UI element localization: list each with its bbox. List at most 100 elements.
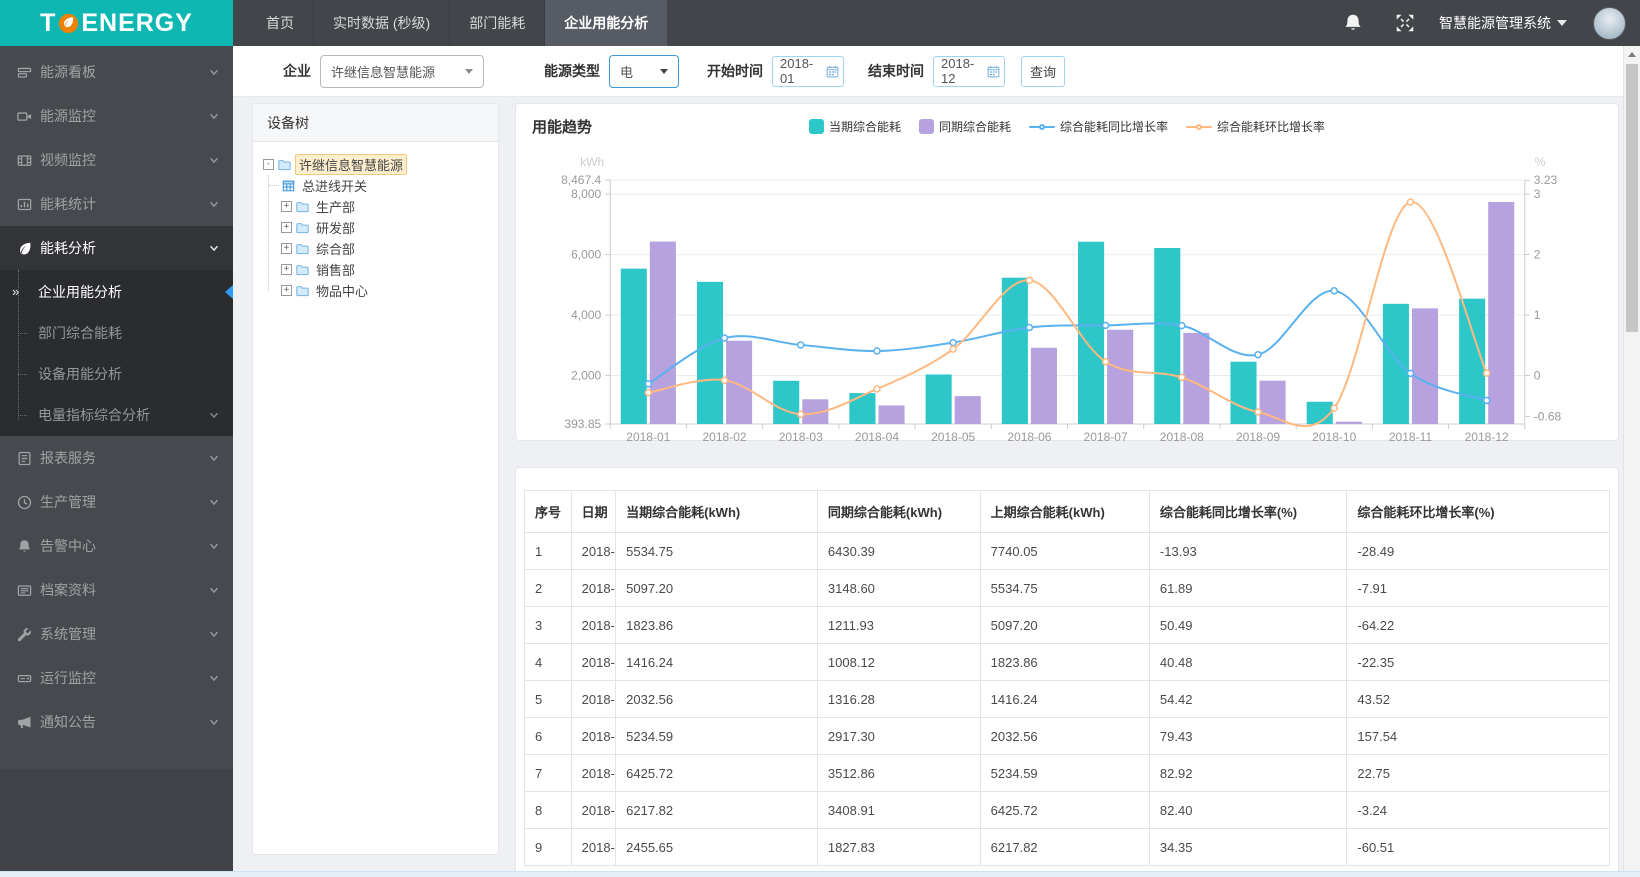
folder-icon — [296, 243, 309, 254]
top-tab[interactable]: 首页 — [247, 0, 314, 46]
tree-node[interactable]: + 研发部 — [281, 217, 490, 238]
expand-expander[interactable]: + — [281, 243, 292, 254]
tree-node-root[interactable]: - 许继信息智慧能源 — [263, 154, 490, 175]
table-cell: 40.48 — [1148, 643, 1348, 681]
megaphone-icon — [18, 716, 31, 728]
sidebar-subitem[interactable]: 部门综合能耗 — [0, 312, 233, 353]
vertical-scrollbar[interactable] — [1623, 46, 1640, 871]
table-cell: 3512.86 — [816, 754, 981, 792]
end-date-value: 2018-12 — [941, 56, 975, 86]
table-cell: 2018-02 — [570, 569, 617, 607]
top-tab[interactable]: 企业用能分析 — [545, 0, 668, 46]
expand-expander[interactable]: + — [281, 264, 292, 275]
drive-icon — [17, 674, 32, 682]
table-cell: -7.91 — [1346, 569, 1610, 607]
content-area: 设备树 - 许继信息智慧能源 总进线开关 + 生产部 + 研发部 + 综合部 + 销售部 + 物品中心 … — [233, 97, 1623, 871]
table-cell: -64.22 — [1346, 606, 1610, 644]
energy-type-select[interactable]: 电 — [609, 54, 679, 88]
svg-text:2018-02: 2018-02 — [702, 430, 746, 442]
sidebar-item-label: 报表服务 — [40, 450, 96, 466]
chevron-down-icon — [1557, 20, 1567, 26]
line-series-1 — [644, 287, 1491, 405]
scroll-up-button[interactable] — [1624, 46, 1640, 62]
tree-node[interactable]: + 销售部 — [281, 259, 490, 280]
expand-expander[interactable]: + — [281, 222, 292, 233]
horizontal-scrollbar-track[interactable] — [0, 871, 1640, 877]
svg-text:3: 3 — [1534, 187, 1541, 201]
start-date-input[interactable]: 2018-01 — [772, 55, 844, 87]
sidebar-item[interactable]: 运行监控 — [0, 656, 233, 700]
table-cell: 6425.72 — [979, 791, 1150, 829]
table-row: 62018-065234.592917.302032.5679.43157.54 — [524, 717, 1610, 755]
table-header-cell: 综合能耗环比增长率(%) — [1346, 490, 1610, 533]
company-select[interactable]: 许继信息智慧能源 — [320, 54, 484, 88]
sidebar-subitem[interactable]: » 企业用能分析 — [0, 271, 233, 312]
table-cell: 50.49 — [1148, 606, 1348, 644]
table-cell: -60.51 — [1346, 828, 1610, 866]
tree-node[interactable]: 总进线开关 — [269, 175, 490, 196]
folder-icon — [278, 159, 291, 170]
tree-node[interactable]: + 物品中心 — [281, 280, 490, 301]
top-tab[interactable]: 部门能耗 — [450, 0, 546, 46]
legend-line-marker — [1029, 123, 1055, 130]
expand-expander[interactable]: + — [281, 285, 292, 296]
table-cell: 1827.83 — [816, 828, 981, 866]
scrollbar-thumb[interactable] — [1626, 64, 1638, 332]
sidebar-item-label: 能耗统计 — [40, 196, 96, 212]
bell-icon — [18, 539, 31, 552]
table-cell: 5234.59 — [979, 754, 1150, 792]
collapse-expander[interactable]: - — [263, 159, 274, 170]
top-tab[interactable]: 实时数据 (秒级) — [314, 0, 451, 46]
tree-node[interactable]: + 生产部 — [281, 196, 490, 217]
sidebar-item[interactable]: 系统管理 — [0, 612, 233, 656]
app-logo[interactable]: T ENERGY — [0, 0, 233, 46]
sidebar-item[interactable]: 能耗分析 — [0, 226, 233, 270]
sidebar-item[interactable]: 能源看板 — [0, 50, 233, 94]
table-cell: 2 — [524, 569, 572, 607]
chevron-down-icon — [210, 587, 218, 594]
sidebar-item[interactable]: 告警中心 — [0, 524, 233, 568]
fullscreen-icon[interactable] — [1395, 13, 1415, 33]
notification-bell-icon[interactable] — [1343, 13, 1363, 33]
sidebar-item[interactable]: 能源监控 — [0, 94, 233, 138]
legend-item[interactable]: 综合能耗同比增长率 — [1029, 118, 1168, 135]
sidebar-item[interactable]: 通知公告 — [0, 700, 233, 744]
user-avatar[interactable] — [1593, 6, 1626, 40]
table-cell: 5097.20 — [615, 569, 818, 607]
legend-item[interactable]: 当期综合能耗 — [808, 118, 901, 135]
legend-label: 当期综合能耗 — [828, 120, 901, 134]
sidebar-item[interactable]: 视频监控 — [0, 138, 233, 182]
tree-connector — [269, 185, 279, 186]
query-button[interactable]: 查询 — [1021, 55, 1065, 87]
chevron-down-icon — [660, 68, 668, 74]
chart-header: 用能趋势 当期综合能耗 同期综合能耗 综合能耗同比增长率 综合能耗环比增长率 — [532, 116, 1602, 142]
tree-node-label: 研发部 — [316, 221, 356, 236]
tree-node[interactable]: + 综合部 — [281, 238, 490, 259]
sidebar-item[interactable]: 能耗统计 — [0, 182, 233, 226]
sidebar-subitem[interactable]: 电量指标综合分析 — [0, 394, 233, 435]
expand-expander[interactable]: + — [281, 201, 292, 212]
table-row: 72018-076425.723512.865234.5982.9222.75 — [524, 754, 1610, 792]
table-row: 12018-015534.756430.397740.05-13.93-28.4… — [524, 532, 1610, 570]
sidebar-subitem[interactable]: 设备用能分析 — [0, 353, 233, 394]
legend-item[interactable]: 综合能耗环比增长率 — [1186, 118, 1325, 135]
svg-text:4,000: 4,000 — [571, 308, 601, 322]
table-cell: 1 — [524, 532, 572, 570]
end-date-input[interactable]: 2018-12 — [933, 55, 1005, 87]
svg-text:3.23: 3.23 — [1534, 173, 1558, 187]
system-menu[interactable]: 智慧能源管理系统 — [1439, 13, 1567, 33]
grid-icon — [282, 180, 295, 191]
svg-text:2018-03: 2018-03 — [779, 430, 823, 442]
legend-bar-marker — [918, 119, 934, 134]
tree-node-label: 总进线开关 — [302, 179, 368, 194]
sidebar-item[interactable]: 档案资料 — [0, 568, 233, 612]
table-cell: 7 — [524, 754, 572, 792]
sidebar-item[interactable]: 报表服务 — [0, 436, 233, 480]
table-cell: 8 — [524, 791, 572, 829]
sidebar-nav: 能源看板 能源监控 视频监控能耗统计能耗分析 » 企业用能分析 部门综合能耗 设备用能分析电… — [0, 46, 233, 871]
sidebar-item[interactable]: 生产管理 — [0, 480, 233, 524]
table-cell: 2018-05 — [570, 680, 617, 718]
table-cell: 1008.12 — [816, 643, 981, 681]
legend-item[interactable]: 同期综合能耗 — [918, 118, 1011, 135]
end-time-label: 结束时间 — [868, 63, 924, 79]
